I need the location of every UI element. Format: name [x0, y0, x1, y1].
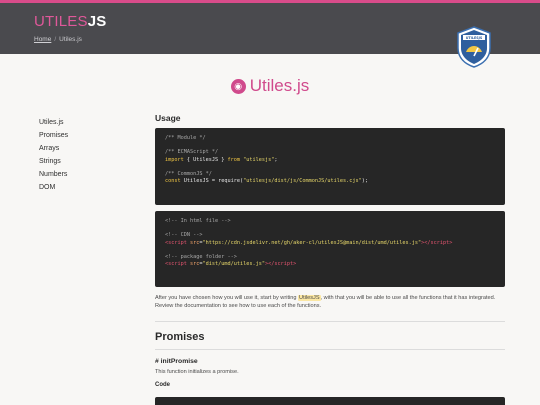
breadcrumb: Home / Utiles.js — [34, 36, 82, 43]
section-divider — [155, 349, 505, 350]
code-comment: /** Module */ — [165, 135, 206, 141]
code-keyword: import — [165, 156, 184, 163]
sidebar-item-strings[interactable]: Strings — [39, 155, 68, 168]
sidebar-item-numbers[interactable]: Numbers — [39, 168, 68, 181]
code-text: { UtilesJS } — [183, 156, 228, 163]
page-title-text: Utiles.js — [249, 76, 310, 95]
code-keyword: const — [165, 178, 181, 185]
code-comment: /** ECMAScript */ — [165, 149, 219, 156]
code-tag: <script — [165, 239, 187, 246]
code-text: ; — [274, 156, 278, 163]
code-text: ); — [361, 178, 369, 185]
sidebar-item-utilesjs[interactable]: Utiles.js — [39, 116, 68, 129]
code-comment: /** CommonJS */ — [165, 171, 212, 178]
code-heading: Code — [155, 382, 170, 388]
code-attr: src — [186, 239, 200, 246]
code-string: "https://cdn.jsdelivr.net/gh/aker-cl/uti… — [202, 239, 422, 246]
code-tag: <script — [165, 261, 187, 268]
code-tag: ></ — [421, 239, 431, 246]
section-divider — [155, 321, 505, 322]
code-block-module[interactable]: /** Module */ /** ECMAScript */ import {… — [155, 128, 505, 205]
code-attr: src — [186, 261, 200, 268]
sidebar-item-arrays[interactable]: Arrays — [39, 142, 68, 155]
code-comment: <!-- CDN --> — [165, 232, 203, 239]
code-tag: script> — [274, 261, 297, 268]
code-string: "dist/umd/utiles.js" — [202, 261, 265, 268]
brand-logo[interactable]: UTILESJS — [34, 13, 106, 30]
usage-description: After you have chosen how you will use i… — [155, 294, 505, 310]
brand-part2: JS — [87, 13, 107, 30]
code-block-html[interactable]: <!-- In html file --> <!-- CDN --> <scri… — [155, 211, 505, 287]
brand-part1: UTILES — [34, 13, 88, 30]
code-string: "utilesjs" — [239, 156, 275, 163]
code-comment: <!-- In html file --> — [165, 218, 231, 224]
function-heading: # initPromise — [155, 358, 198, 365]
main-content: Usage /** Module */ /** ECMAScript */ im… — [155, 113, 505, 388]
shield-badge-icon: UTILESJS — [457, 26, 491, 68]
sidebar-item-dom[interactable]: DOM — [39, 181, 68, 194]
usage-text-before: After you have chosen how you will use i… — [155, 295, 299, 301]
breadcrumb-current: Utiles.js — [59, 36, 82, 43]
inline-code-highlight: UtilesJS — [298, 295, 321, 301]
code-comment: <!-- package folder --> — [165, 254, 237, 261]
sidebar-item-promises[interactable]: Promises — [39, 129, 68, 142]
code-text: UtilesJS = require( — [180, 178, 244, 185]
function-description: This function initializes a promise. — [155, 369, 239, 375]
promises-heading: Promises — [155, 331, 205, 343]
code-string: "utilesjs/dist/js/CommonJS/utiles.cjs" — [243, 178, 362, 185]
page-title: ◉ Utiles.js — [0, 76, 540, 96]
code-tag: ></ — [264, 261, 275, 268]
code-block-initpromise[interactable] — [155, 397, 505, 405]
badge-label: UTILESJS — [466, 36, 483, 40]
code-keyword: from — [227, 156, 240, 163]
breadcrumb-separator: / — [54, 36, 57, 43]
speedometer-icon: ◉ — [230, 79, 246, 94]
sidebar: Utiles.js Promises Arrays Strings Number… — [39, 116, 68, 194]
usage-heading: Usage — [155, 113, 181, 123]
code-tag: script> — [430, 239, 453, 246]
breadcrumb-home-link[interactable]: Home — [34, 36, 51, 43]
